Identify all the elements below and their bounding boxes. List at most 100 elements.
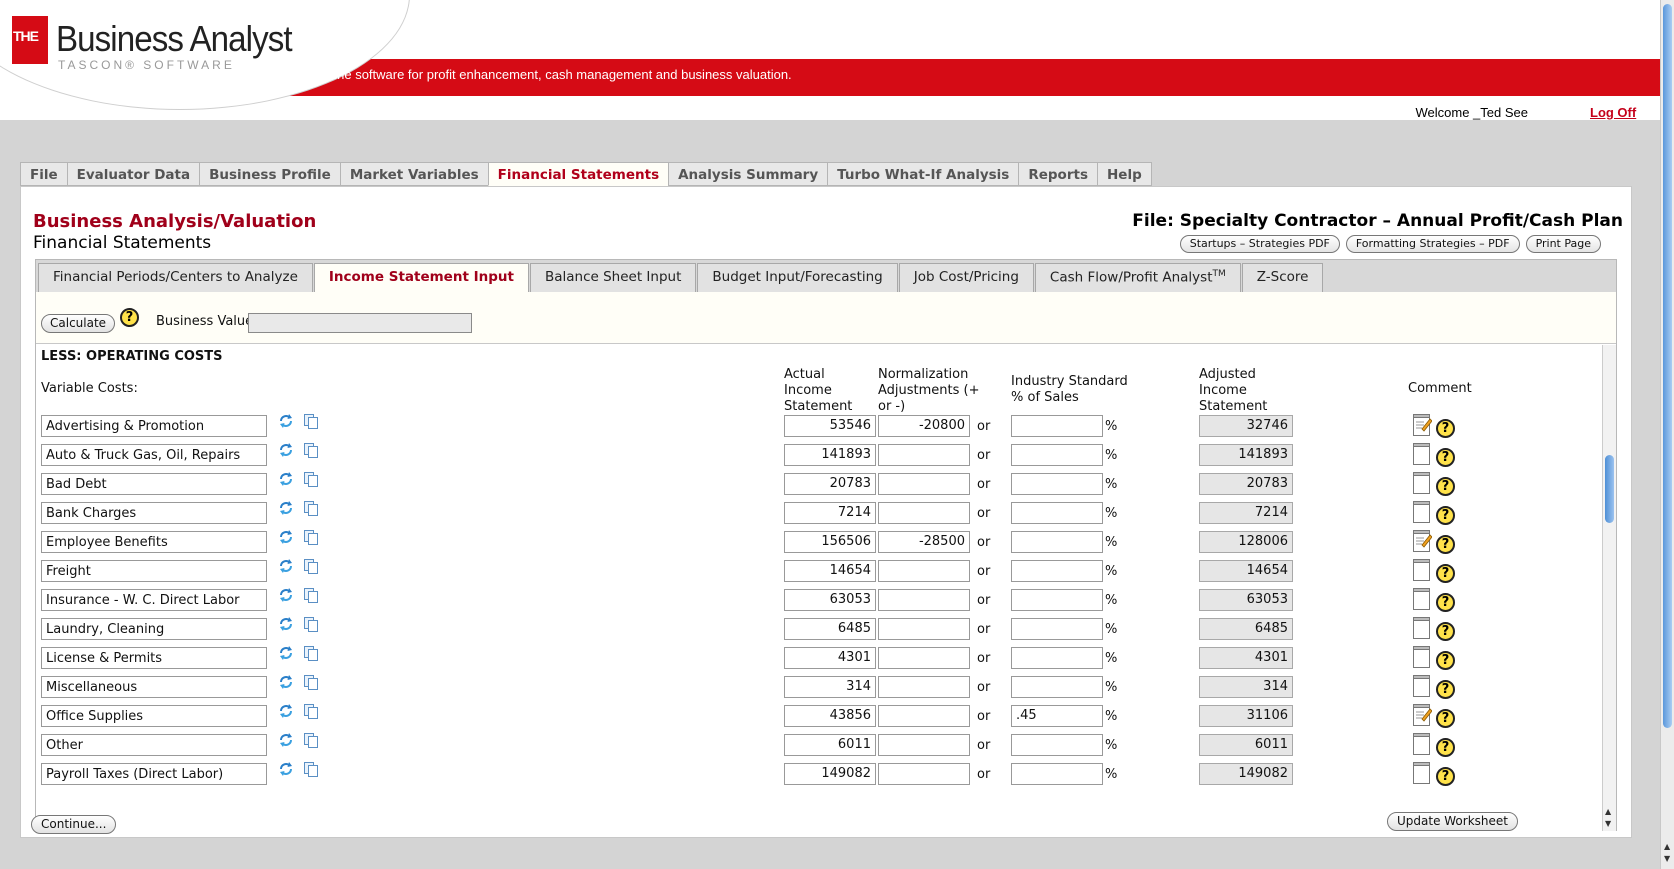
help-icon[interactable]: ? (1436, 651, 1455, 670)
category-name-field[interactable]: Advertising & Promotion (41, 415, 267, 437)
subtab-financial-periods[interactable]: Financial Periods/Centers to Analyze (38, 263, 313, 292)
subtab-cash-flow-profit-analyst[interactable]: Cash Flow/Profit AnalystTM (1034, 263, 1241, 292)
subtab-balance-sheet-input[interactable]: Balance Sheet Input (529, 263, 697, 292)
comment-icon[interactable] (1412, 616, 1432, 640)
normalization-adjustment-field[interactable] (878, 473, 970, 495)
comment-icon[interactable] (1412, 645, 1432, 669)
category-name-field[interactable]: Payroll Taxes (Direct Labor) (41, 763, 267, 785)
comment-icon[interactable] (1412, 500, 1432, 524)
copy-icon[interactable] (303, 471, 319, 487)
copy-icon[interactable] (303, 500, 319, 516)
category-name-field[interactable]: Other (41, 734, 267, 756)
page-scroll-thumb[interactable] (1663, 4, 1672, 728)
comment-icon[interactable] (1412, 674, 1432, 698)
actual-amount-field[interactable]: 149082 (784, 763, 876, 785)
help-icon[interactable]: ? (1436, 593, 1455, 612)
normalization-adjustment-field[interactable] (878, 444, 970, 466)
help-icon[interactable]: ? (1436, 535, 1455, 554)
tab-analysis-summary[interactable]: Analysis Summary (668, 162, 828, 186)
scroll-up-arrow-icon[interactable]: ▲ (1605, 807, 1611, 816)
actual-amount-field[interactable]: 156506 (784, 531, 876, 553)
normalization-adjustment-field[interactable] (878, 647, 970, 669)
normalization-adjustment-field[interactable] (878, 763, 970, 785)
calculate-button[interactable]: Calculate (41, 314, 116, 333)
industry-standard-field[interactable] (1011, 531, 1103, 553)
copy-icon[interactable] (303, 558, 319, 574)
help-icon[interactable]: ? (1436, 448, 1455, 467)
industry-standard-field[interactable] (1011, 415, 1103, 437)
help-icon[interactable]: ? (1436, 709, 1455, 728)
refresh-icon[interactable] (278, 616, 294, 632)
actual-amount-field[interactable]: 141893 (784, 444, 876, 466)
comment-icon[interactable] (1412, 471, 1432, 495)
normalization-adjustment-field[interactable] (878, 502, 970, 524)
actual-amount-field[interactable]: 6485 (784, 618, 876, 640)
copy-icon[interactable] (303, 761, 319, 777)
industry-standard-field[interactable] (1011, 444, 1103, 466)
industry-standard-field[interactable] (1011, 589, 1103, 611)
industry-standard-field[interactable]: .45 (1011, 705, 1103, 727)
subtab-income-statement-input[interactable]: Income Statement Input (313, 263, 529, 293)
refresh-icon[interactable] (278, 500, 294, 516)
page-scroll-up-icon[interactable]: ▲ (1664, 842, 1670, 851)
copy-icon[interactable] (303, 645, 319, 661)
refresh-icon[interactable] (278, 645, 294, 661)
page-scrollbar[interactable]: ▲ ▼ (1660, 0, 1674, 869)
normalization-adjustment-field[interactable] (878, 705, 970, 727)
help-icon[interactable]: ? (1436, 767, 1455, 786)
category-name-field[interactable]: Freight (41, 560, 267, 582)
refresh-icon[interactable] (278, 732, 294, 748)
help-icon[interactable]: ? (1436, 477, 1455, 496)
comment-edit-icon[interactable] (1412, 703, 1433, 727)
actual-amount-field[interactable]: 314 (784, 676, 876, 698)
comment-icon[interactable] (1412, 587, 1432, 611)
refresh-icon[interactable] (278, 558, 294, 574)
actual-amount-field[interactable]: 4301 (784, 647, 876, 669)
actual-amount-field[interactable]: 6011 (784, 734, 876, 756)
refresh-icon[interactable] (278, 529, 294, 545)
copy-icon[interactable] (303, 442, 319, 458)
industry-standard-field[interactable] (1011, 502, 1103, 524)
refresh-icon[interactable] (278, 703, 294, 719)
actual-amount-field[interactable]: 63053 (784, 589, 876, 611)
normalization-adjustment-field[interactable] (878, 589, 970, 611)
help-icon[interactable]: ? (1436, 738, 1455, 757)
help-icon[interactable]: ? (120, 308, 139, 327)
refresh-icon[interactable] (278, 413, 294, 429)
actual-amount-field[interactable]: 7214 (784, 502, 876, 524)
formatting-strategies-pdf-button[interactable]: Formatting Strategies – PDF (1345, 235, 1520, 253)
tab-reports[interactable]: Reports (1018, 162, 1097, 186)
category-name-field[interactable]: Bank Charges (41, 502, 267, 524)
copy-icon[interactable] (303, 587, 319, 603)
comment-icon[interactable] (1412, 761, 1432, 785)
copy-icon[interactable] (303, 413, 319, 429)
tab-financial-statements[interactable]: Financial Statements (487, 162, 669, 186)
refresh-icon[interactable] (278, 587, 294, 603)
category-name-field[interactable]: License & Permits (41, 647, 267, 669)
copy-icon[interactable] (303, 732, 319, 748)
actual-amount-field[interactable]: 43856 (784, 705, 876, 727)
industry-standard-field[interactable] (1011, 647, 1103, 669)
industry-standard-field[interactable] (1011, 734, 1103, 756)
comment-edit-icon[interactable] (1412, 529, 1433, 553)
subtab-z-score[interactable]: Z-Score (1241, 263, 1324, 292)
copy-icon[interactable] (303, 674, 319, 690)
help-icon[interactable]: ? (1436, 680, 1455, 699)
category-name-field[interactable]: Bad Debt (41, 473, 267, 495)
normalization-adjustment-field[interactable]: -20800 (878, 415, 970, 437)
actual-amount-field[interactable]: 14654 (784, 560, 876, 582)
continue-button[interactable]: Continue... (31, 815, 117, 834)
refresh-icon[interactable] (278, 761, 294, 777)
subtab-job-cost-pricing[interactable]: Job Cost/Pricing (898, 263, 1034, 292)
industry-standard-field[interactable] (1011, 560, 1103, 582)
category-name-field[interactable]: Auto & Truck Gas, Oil, Repairs (41, 444, 267, 466)
subtab-budget-input[interactable]: Budget Input/Forecasting (697, 263, 898, 292)
tab-file[interactable]: File (20, 162, 67, 186)
update-worksheet-button[interactable]: Update Worksheet (1387, 812, 1518, 831)
refresh-icon[interactable] (278, 674, 294, 690)
normalization-adjustment-field[interactable] (878, 560, 970, 582)
grid-scroll-thumb[interactable] (1605, 455, 1614, 523)
normalization-adjustment-field[interactable] (878, 734, 970, 756)
category-name-field[interactable]: Laundry, Cleaning (41, 618, 267, 640)
normalization-adjustment-field[interactable]: -28500 (878, 531, 970, 553)
